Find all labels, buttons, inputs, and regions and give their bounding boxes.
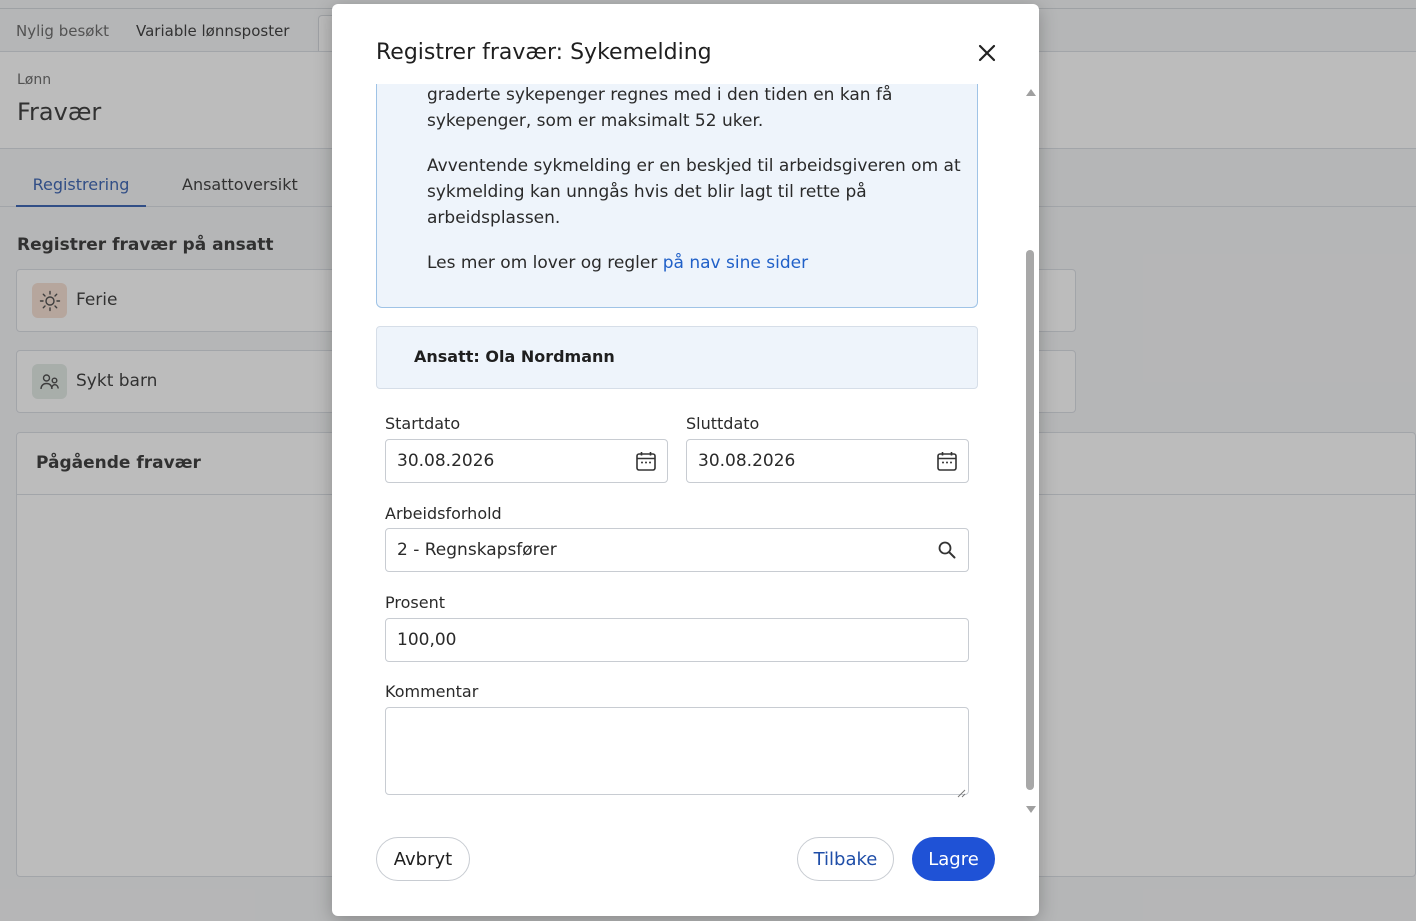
- info-box: graderte sykepenger regnes med i den tid…: [376, 84, 978, 308]
- end-date-label: Sluttdato: [686, 414, 760, 433]
- back-button[interactable]: Tilbake: [797, 837, 894, 881]
- percent-value: 100,00: [397, 630, 457, 650]
- percent-input[interactable]: 100,00: [385, 618, 969, 662]
- employment-select[interactable]: 2 - Regnskapsfører: [385, 528, 969, 572]
- start-date-value: 30.08.2026: [397, 451, 495, 471]
- scroll-down-arrow-icon[interactable]: [1026, 806, 1036, 813]
- cancel-button[interactable]: Avbryt: [376, 837, 470, 881]
- dialog-scroll-area[interactable]: graderte sykepenger regnes med i den tid…: [332, 84, 1039, 814]
- info-text: Les mer om lover og regler: [427, 253, 663, 273]
- calendar-icon[interactable]: [635, 450, 657, 472]
- save-button[interactable]: Lagre: [912, 837, 995, 881]
- comment-textarea[interactable]: [385, 707, 969, 798]
- employment-value: 2 - Regnskapsfører: [397, 540, 557, 560]
- comment-label: Kommentar: [385, 682, 479, 701]
- dialog-title: Registrer fravær: Sykemelding: [376, 40, 712, 65]
- scrollbar-thumb[interactable]: [1026, 250, 1034, 790]
- calendar-icon[interactable]: [936, 450, 958, 472]
- start-date-input[interactable]: 30.08.2026: [385, 439, 668, 483]
- info-paragraph: graderte sykepenger regnes med i den tid…: [427, 85, 893, 131]
- dialog-scrollbar[interactable]: [1023, 86, 1037, 816]
- end-date-input[interactable]: 30.08.2026: [686, 439, 969, 483]
- percent-label: Prosent: [385, 593, 445, 612]
- end-date-value: 30.08.2026: [698, 451, 796, 471]
- start-date-label: Startdato: [385, 414, 461, 433]
- employee-box: Ansatt: Ola Nordmann: [376, 326, 978, 389]
- info-paragraph: Avventende sykmelding er en beskjed til …: [427, 156, 961, 228]
- employment-label: Arbeidsforhold: [385, 504, 502, 523]
- info-paragraph-link: Les mer om lover og regler på nav sine s…: [427, 250, 967, 276]
- search-icon[interactable]: [936, 539, 958, 561]
- resize-handle-icon[interactable]: [957, 783, 966, 798]
- close-icon[interactable]: [972, 38, 1002, 68]
- nav-link[interactable]: på nav sine sider: [663, 253, 808, 273]
- absence-dialog: Registrer fravær: Sykemelding graderte s…: [332, 4, 1039, 916]
- scroll-up-arrow-icon[interactable]: [1026, 89, 1036, 96]
